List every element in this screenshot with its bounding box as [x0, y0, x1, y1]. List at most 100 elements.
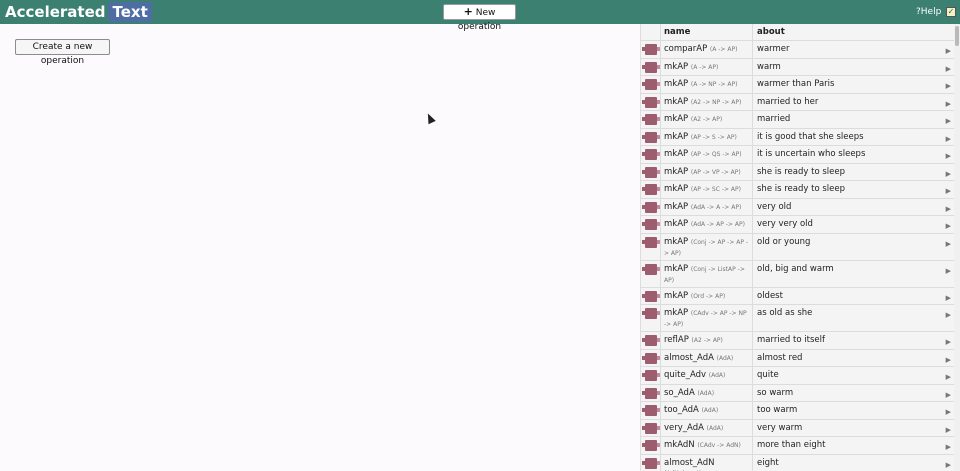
table-row[interactable]: mkAP (AdA -> AP -> AP) very very old ▶ [641, 216, 954, 234]
row-icon-cell[interactable] [641, 146, 661, 163]
row-icon-cell[interactable] [641, 198, 661, 215]
row-icon-cell[interactable] [641, 260, 661, 287]
create-new-operation-button[interactable]: Create a new operation [15, 39, 110, 66]
puzzle-piece-icon[interactable] [642, 440, 660, 451]
table-row[interactable]: too_AdA (AdA) too warm ▶ [641, 402, 954, 420]
expand-arrow-icon[interactable]: ▶ [946, 266, 951, 276]
column-header-about[interactable]: about [753, 24, 954, 40]
row-icon-cell[interactable] [641, 58, 661, 75]
expand-arrow-icon[interactable]: ▶ [946, 425, 951, 435]
table-row[interactable]: mkAP (AP -> QS -> AP) it is uncertain who… [641, 146, 954, 164]
expand-arrow-icon[interactable]: ▶ [946, 151, 951, 161]
expand-arrow-icon[interactable]: ▶ [946, 310, 951, 320]
row-icon-cell[interactable] [641, 233, 661, 260]
expand-arrow-icon[interactable]: ▶ [946, 355, 951, 365]
row-icon-cell[interactable] [641, 76, 661, 93]
puzzle-piece-icon[interactable] [642, 149, 660, 160]
puzzle-piece-icon[interactable] [642, 457, 660, 469]
puzzle-piece-icon[interactable] [642, 263, 660, 275]
table-row[interactable]: mkAP (Ord -> AP) oldest ▶ [641, 287, 954, 305]
expand-arrow-icon[interactable]: ▶ [946, 99, 951, 109]
table-row[interactable]: mkAdN (CAdv -> AdN) more than eight ▶ [641, 437, 954, 455]
row-icon-cell[interactable] [641, 41, 661, 58]
table-row[interactable]: mkAP (AP -> VP -> AP) she is ready to sle… [641, 163, 954, 181]
table-row[interactable]: mkAP (AP -> SC -> AP) she is ready to sle… [641, 181, 954, 199]
row-icon-cell[interactable] [641, 437, 661, 454]
table-row[interactable]: mkAP (Conj -> ListAP -> AP) old, big and … [641, 260, 954, 288]
puzzle-piece-icon[interactable] [642, 184, 660, 195]
scrollbar-thumb[interactable] [955, 26, 959, 46]
puzzle-piece-icon[interactable] [642, 370, 660, 381]
puzzle-piece-icon[interactable] [642, 308, 660, 319]
expand-arrow-icon[interactable]: ▶ [946, 204, 951, 214]
row-icon-cell[interactable] [641, 367, 661, 384]
table-row[interactable]: mkAP (AP -> S -> AP) it is good that she … [641, 128, 954, 146]
row-icon-cell[interactable] [641, 384, 661, 401]
puzzle-piece-icon[interactable] [642, 352, 660, 364]
row-icon-cell[interactable] [641, 181, 661, 198]
puzzle-piece-icon[interactable] [642, 131, 660, 143]
expand-arrow-icon[interactable]: ▶ [946, 169, 951, 179]
expand-arrow-icon[interactable]: ▶ [946, 46, 951, 56]
new-operation-button[interactable]: + New operation [443, 4, 516, 32]
table-row[interactable]: mkAP (Conj -> AP -> AP -> AP) old or youn… [641, 233, 954, 261]
puzzle-piece-icon[interactable] [642, 201, 660, 213]
row-icon-cell[interactable] [641, 349, 661, 366]
table-row[interactable]: almost_AdA (AdA) almost red ▶ [641, 349, 954, 367]
table-row[interactable]: mkAP (A2 -> NP -> AP) married to her ▶ [641, 93, 954, 111]
row-icon-cell[interactable] [641, 454, 661, 471]
table-row[interactable]: mkAP (CAdv -> AP -> NP -> AP) as old as s… [641, 305, 954, 332]
puzzle-piece-icon[interactable] [642, 61, 660, 73]
column-header-name[interactable]: name [661, 24, 753, 40]
expand-arrow-icon[interactable]: ▶ [946, 221, 951, 231]
row-icon-cell[interactable] [641, 419, 661, 436]
puzzle-piece-icon[interactable] [642, 166, 660, 178]
row-icon-cell[interactable] [641, 111, 661, 128]
expand-arrow-icon[interactable]: ▶ [946, 116, 951, 126]
row-icon-cell[interactable] [641, 305, 661, 331]
table-row[interactable]: mkAP (A -> AP) warm ▶ [641, 58, 954, 76]
expand-arrow-icon[interactable]: ▶ [946, 186, 951, 196]
table-row[interactable]: very_AdA (AdA) very warm ▶ [641, 419, 954, 437]
expand-arrow-icon[interactable]: ▶ [946, 372, 951, 382]
expand-arrow-icon[interactable]: ▶ [946, 390, 951, 400]
row-icon-cell[interactable] [641, 402, 661, 419]
row-icon-cell[interactable] [641, 216, 661, 233]
row-icon-cell[interactable] [641, 163, 661, 180]
expand-arrow-icon[interactable]: ▶ [946, 293, 951, 303]
expand-arrow-icon[interactable]: ▶ [946, 442, 951, 452]
expand-arrow-icon[interactable]: ▶ [946, 81, 951, 91]
puzzle-piece-icon[interactable] [642, 219, 660, 230]
expand-arrow-icon[interactable]: ▶ [946, 337, 951, 347]
expand-arrow-icon[interactable]: ▶ [946, 134, 951, 144]
row-icon-cell[interactable] [641, 332, 661, 349]
table-row[interactable]: reflAP (A2 -> AP) married to itself ▶ [641, 332, 954, 350]
puzzle-piece-icon[interactable] [642, 335, 660, 346]
puzzle-piece-icon[interactable] [642, 96, 660, 108]
table-row[interactable]: mkAP (AdA -> A -> AP) very old ▶ [641, 198, 954, 216]
settings-checkbox[interactable]: ✓ [946, 7, 956, 17]
puzzle-piece-icon[interactable] [642, 405, 660, 416]
puzzle-piece-icon[interactable] [642, 114, 660, 125]
row-icon-cell[interactable] [641, 93, 661, 110]
puzzle-piece-icon[interactable] [642, 79, 660, 90]
table-row[interactable]: mkAP (A -> NP -> AP) warmer than Paris ▶ [641, 76, 954, 94]
puzzle-piece-icon[interactable] [642, 422, 660, 434]
table-row[interactable]: comparAP (A -> AP) warmer ▶ [641, 41, 954, 59]
table-row[interactable]: almost_AdN (AdNalmost) eight ▶ [641, 454, 954, 471]
row-icon-cell[interactable] [641, 287, 661, 304]
row-icon-cell[interactable] [641, 128, 661, 145]
table-row[interactable]: quite_Adv (AdA) quite ▶ [641, 367, 954, 385]
expand-arrow-icon[interactable]: ▶ [946, 460, 951, 470]
expand-arrow-icon[interactable]: ▶ [946, 64, 951, 74]
expand-arrow-icon[interactable]: ▶ [946, 239, 951, 249]
puzzle-piece-icon[interactable] [642, 387, 660, 399]
app-logo[interactable]: Accelerated Text [5, 2, 152, 22]
scrollbar[interactable] [954, 24, 960, 471]
expand-arrow-icon[interactable]: ▶ [946, 407, 951, 417]
puzzle-piece-icon[interactable] [642, 44, 660, 55]
puzzle-piece-icon[interactable] [642, 290, 660, 302]
table-row[interactable]: so_AdA (AdA) so warm ▶ [641, 384, 954, 402]
puzzle-piece-icon[interactable] [642, 236, 660, 248]
help-link[interactable]: ?Help [916, 6, 941, 18]
